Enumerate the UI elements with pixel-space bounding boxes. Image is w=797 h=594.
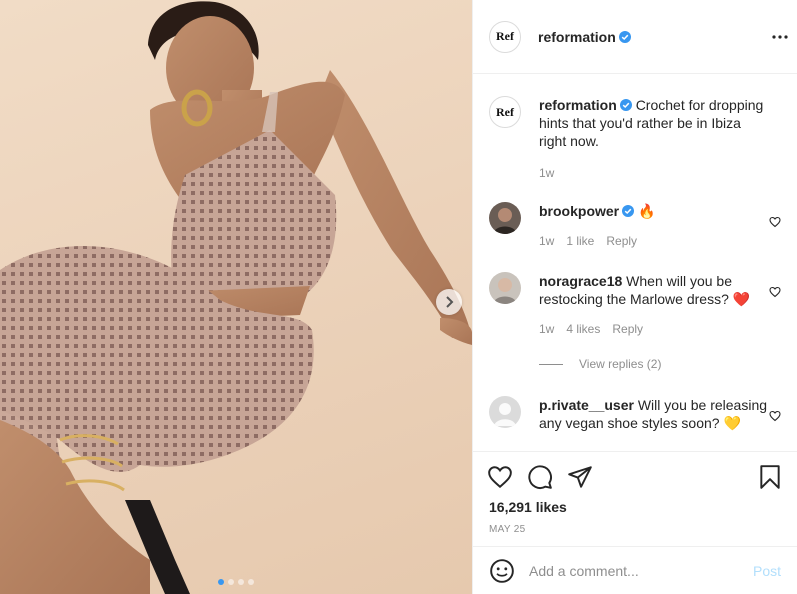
carousel-dot <box>228 579 234 585</box>
more-options-button[interactable] <box>771 28 789 46</box>
commenter-avatar[interactable] <box>489 202 521 234</box>
comment-text: 🔥 <box>638 203 656 219</box>
post-action-bar <box>487 460 783 494</box>
view-replies-button[interactable]: View replies (2) <box>539 357 661 371</box>
smiley-icon[interactable] <box>489 558 515 584</box>
more-horizontal-icon <box>772 35 788 39</box>
add-comment-bar: Post <box>473 546 797 594</box>
commenter-avatar[interactable] <box>489 272 521 304</box>
comment-item: brookpower 🔥 1w 1 like Reply <box>489 202 781 250</box>
reply-button[interactable]: Reply <box>612 320 643 338</box>
post-caption: Ref reformation Crochet for dropping hin… <box>489 96 781 182</box>
verified-badge-icon <box>622 205 635 217</box>
likes-count[interactable]: 16,291 likes <box>489 499 567 515</box>
verified-badge-icon <box>618 30 631 43</box>
heart-outline-icon[interactable] <box>769 216 781 228</box>
post-header: Ref reformation <box>473 0 797 74</box>
bookmark-icon[interactable] <box>757 464 783 490</box>
comment-bubble-icon[interactable] <box>527 464 553 490</box>
caption-body: reformation Crochet for dropping hints t… <box>539 96 769 182</box>
commenter-avatar[interactable] <box>489 396 521 428</box>
default-avatar-icon <box>489 396 521 428</box>
avatar-photo <box>489 202 521 234</box>
carousel-next-button[interactable] <box>436 289 462 315</box>
view-replies-label: View replies (2) <box>579 357 662 371</box>
comment-item: noragrace18 When will you be restocking … <box>489 272 781 338</box>
heart-outline-icon[interactable] <box>769 410 781 422</box>
comment-username[interactable]: noragrace18 <box>539 273 622 289</box>
carousel-dots <box>0 579 472 585</box>
account-avatar[interactable]: Ref <box>489 20 521 53</box>
heart-outline-icon[interactable] <box>769 286 781 298</box>
verified-badge-icon <box>619 99 632 111</box>
carousel-dot <box>218 579 224 585</box>
reply-button[interactable]: Reply <box>606 232 637 250</box>
comment-likes[interactable]: 4 likes <box>566 320 600 338</box>
post-side-panel: Ref reformation Ref reformation Crochet … <box>472 0 797 594</box>
caption-username[interactable]: reformation <box>539 97 617 113</box>
comment-input[interactable] <box>529 562 753 579</box>
post-photo <box>0 1 472 594</box>
comments-list[interactable]: Ref reformation Crochet for dropping hin… <box>473 74 797 452</box>
view-replies-line <box>539 363 563 365</box>
avatar-text: Ref <box>496 29 514 43</box>
post-date[interactable]: MAY 25 <box>489 524 525 535</box>
comment-likes[interactable]: 1 like <box>566 232 594 250</box>
caption-avatar[interactable]: Ref <box>489 96 521 128</box>
instagram-post: Ref reformation Ref reformation Crochet … <box>0 0 797 594</box>
avatar-text: Ref <box>496 104 514 119</box>
post-media[interactable] <box>0 0 472 594</box>
carousel-dot <box>238 579 244 585</box>
comment-username[interactable]: p.rivate__user <box>539 397 634 413</box>
caption-age: 1w <box>539 166 555 180</box>
heart-outline-icon[interactable] <box>487 464 513 490</box>
post-comment-button[interactable]: Post <box>753 563 781 579</box>
chevron-right-icon <box>446 296 454 308</box>
carousel-dot <box>248 579 254 585</box>
comment-item: p.rivate__user Will you be releasing any… <box>489 396 781 432</box>
paper-plane-icon[interactable] <box>567 464 593 490</box>
avatar-photo <box>489 272 521 304</box>
comment-username[interactable]: brookpower <box>539 203 619 219</box>
comment-age: 1w <box>539 322 555 336</box>
account-username[interactable]: reformation <box>538 29 616 45</box>
comment-age: 1w <box>539 234 555 248</box>
